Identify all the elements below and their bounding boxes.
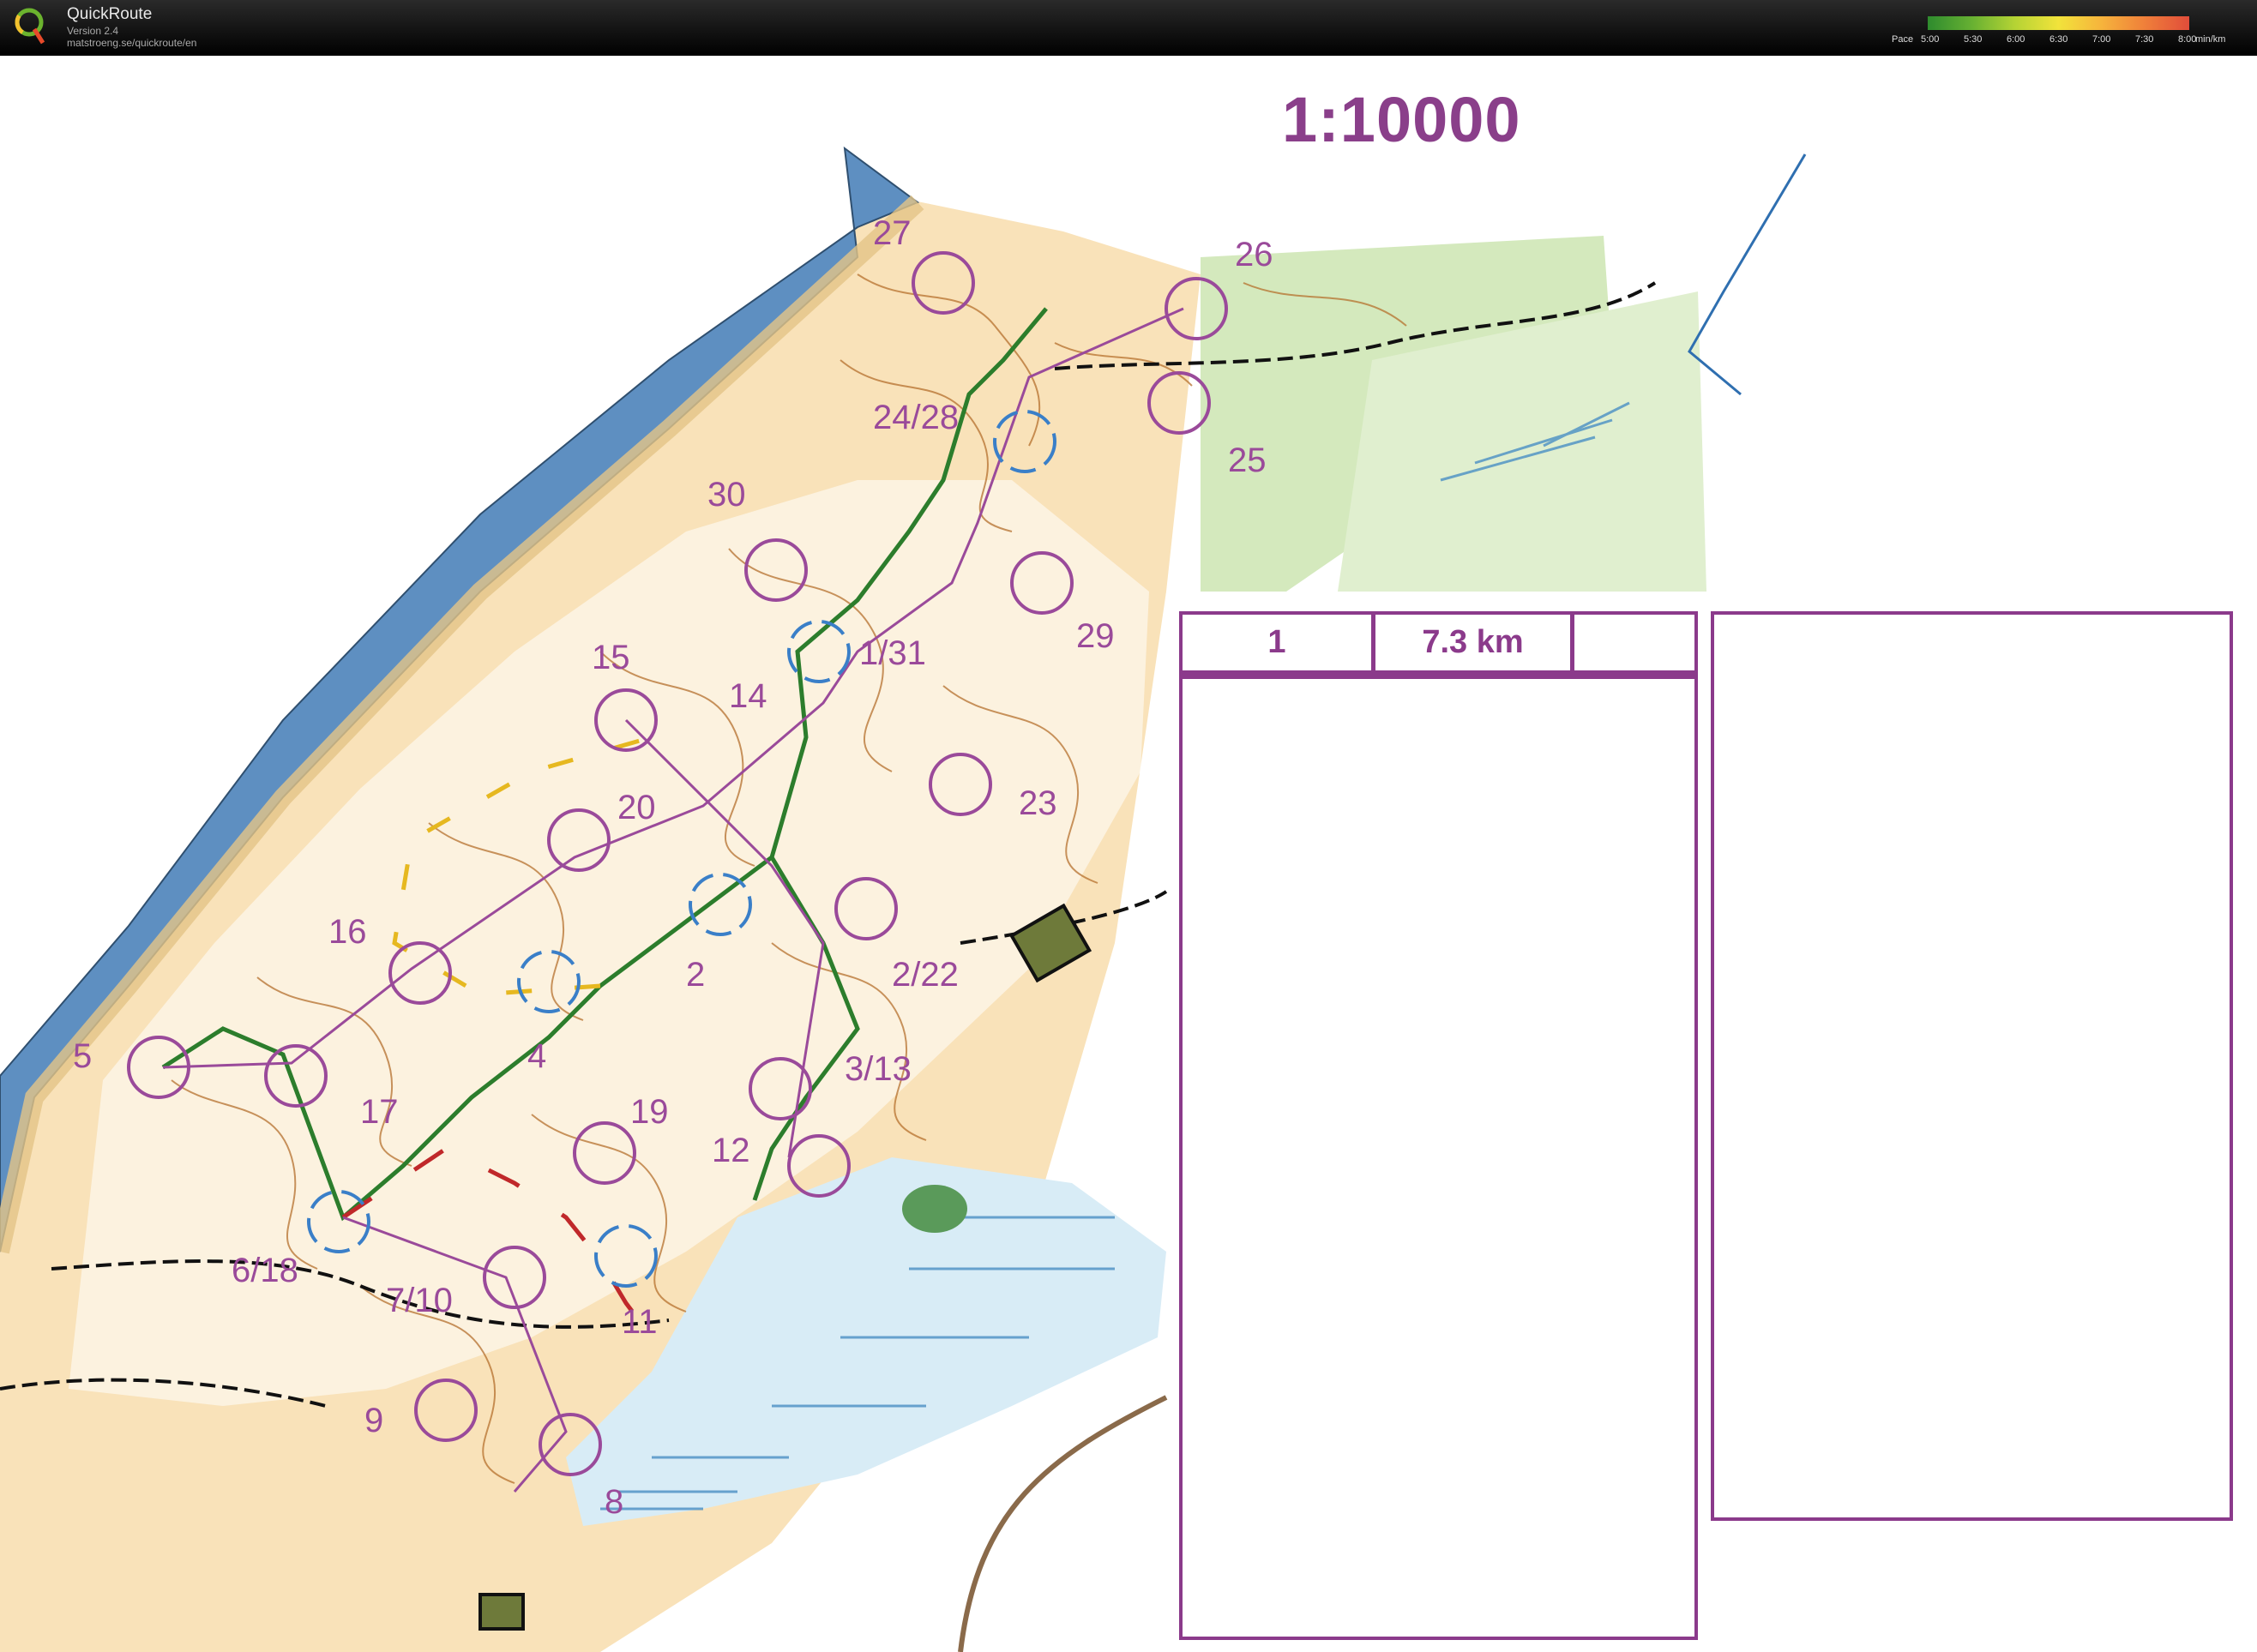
pace-tick-label: 8:00 <box>2178 34 2197 45</box>
control-label: 4 <box>527 1037 547 1075</box>
control-label: 29 <box>1076 617 1115 655</box>
app-title-bar: QuickRoute Version 2.4 matstroeng.se/qui… <box>0 0 2257 56</box>
pace-unit: min/km <box>2195 34 2226 45</box>
description-row <box>1714 855 2230 915</box>
description-row <box>1183 1275 1694 1335</box>
description-row <box>1183 1455 1694 1515</box>
control-label: 11 <box>622 1303 658 1341</box>
control-description-table-right <box>1711 611 2233 1521</box>
control-label: 27 <box>873 214 912 252</box>
control-label: 23 <box>1019 784 1057 822</box>
stream <box>1688 153 1807 396</box>
description-row <box>1183 1575 1694 1635</box>
pace-tick-label: 7:00 <box>2092 34 2111 45</box>
pace-tick-label: 7:30 <box>2135 34 2154 45</box>
app-title: QuickRoute <box>67 5 153 23</box>
description-row <box>1183 675 1694 735</box>
pace-legend: Pace min/km 5:00 5:30 6:00 6:30 7:00 7:30 8:00 <box>1887 14 2247 48</box>
description-row <box>1714 1335 2230 1395</box>
description-row <box>1714 735 2230 795</box>
description-row <box>1714 1035 2230 1095</box>
control-label: 8 <box>605 1483 624 1521</box>
description-row <box>1183 915 1694 975</box>
description-row <box>1183 855 1694 915</box>
description-row <box>1714 975 2230 1035</box>
control-label: 24/28 <box>873 399 960 436</box>
control-label: 12 <box>712 1132 750 1169</box>
description-row <box>1183 1515 1694 1575</box>
control-label: 9 <box>364 1402 384 1439</box>
control-label: 15 <box>592 639 630 676</box>
control-label: 19 <box>630 1093 669 1131</box>
course-length: 7.3 km <box>1373 615 1572 675</box>
description-row <box>1183 795 1694 855</box>
green-thicket <box>902 1185 967 1233</box>
pace-tick-label: 6:30 <box>2049 34 2068 45</box>
header-blank <box>1572 615 1694 675</box>
description-row <box>1714 795 2230 855</box>
description-row <box>1183 1095 1694 1155</box>
description-row <box>1714 1215 2230 1275</box>
description-row <box>1183 735 1694 795</box>
description-row <box>1714 1095 2230 1155</box>
control-description-table-left: 1 7.3 km <box>1179 611 1698 1640</box>
description-row <box>1183 975 1694 1035</box>
course-name: 1 <box>1183 615 1373 675</box>
pace-tick-label: 5:00 <box>1921 34 1940 45</box>
control-label: 16 <box>328 913 367 951</box>
control-label: 1/31 <box>859 634 926 672</box>
control-label: 6/18 <box>232 1252 298 1289</box>
description-row <box>1183 1035 1694 1095</box>
app-url: matstroeng.se/quickroute/en <box>67 37 197 49</box>
app-version: Version 2.4 <box>67 25 119 37</box>
description-row <box>1714 915 2230 975</box>
control-label: 26 <box>1235 236 1273 273</box>
pace-labels: Pace min/km 5:00 5:30 6:00 6:30 7:00 7:30 8:00 <box>1887 34 2247 46</box>
control-label: 2 <box>686 956 706 994</box>
description-row <box>1183 1335 1694 1395</box>
description-row <box>1714 1155 2230 1215</box>
control-label: 20 <box>617 789 656 826</box>
control-label: 17 <box>360 1093 399 1131</box>
control-label: 2/22 <box>892 956 959 994</box>
description-row <box>1714 675 2230 735</box>
description-row <box>1714 1395 2230 1455</box>
description-row <box>1714 1275 2230 1335</box>
description-row <box>1183 1395 1694 1455</box>
control-label: 14 <box>729 677 767 715</box>
description-row <box>1714 615 2230 675</box>
pace-prefix: Pace <box>1892 34 1914 45</box>
description-row <box>1714 1455 2230 1515</box>
control-label: 25 <box>1228 442 1267 479</box>
description-header: 1 7.3 km <box>1183 615 1694 679</box>
building <box>478 1593 525 1631</box>
description-row <box>1183 1155 1694 1215</box>
quickroute-logo-icon <box>15 8 45 45</box>
control-label: 7/10 <box>386 1282 453 1319</box>
map-scale: 1:10000 <box>1282 84 1521 155</box>
description-row <box>1183 1215 1694 1275</box>
pace-tick-label: 6:00 <box>2007 34 2025 45</box>
control-label: 30 <box>707 476 746 514</box>
pace-tick-label: 5:30 <box>1964 34 1983 45</box>
control-label: 5 <box>73 1037 93 1075</box>
pace-color-bar <box>1928 16 2189 30</box>
control-label: 3/13 <box>845 1050 912 1088</box>
